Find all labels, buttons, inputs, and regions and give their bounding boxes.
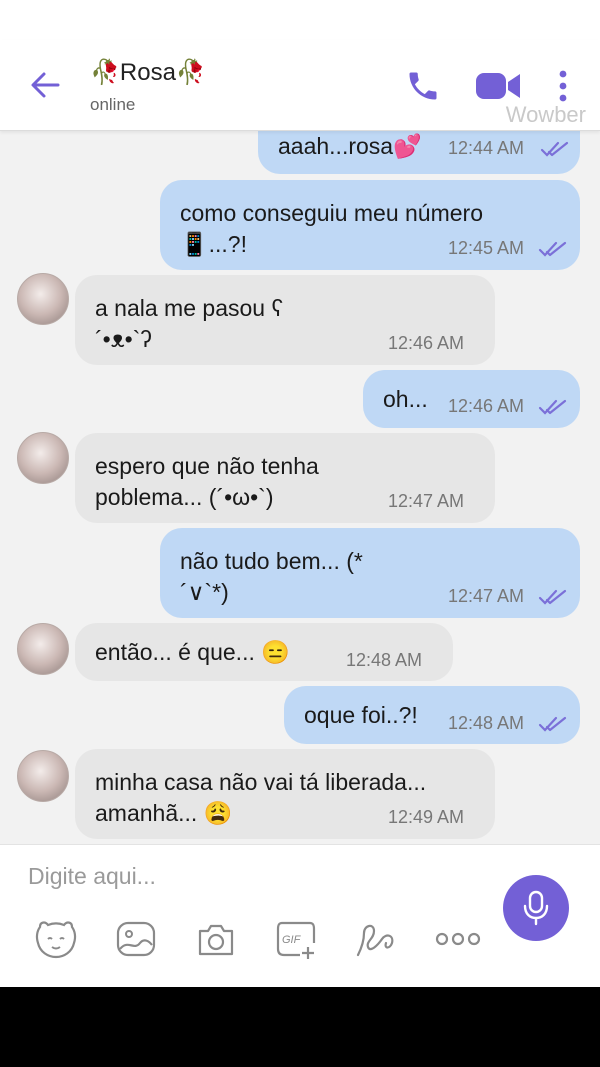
chat-header: 🥀Rosa🥀 online Wowber bbox=[0, 40, 600, 131]
phone-icon[interactable] bbox=[405, 68, 441, 104]
message-time: 12:44 AM bbox=[448, 138, 525, 158]
message-time: 12:47 AM bbox=[448, 586, 525, 606]
message-bubble-incoming[interactable]: então... é que... 😑 12:48 AM bbox=[75, 623, 453, 681]
message-bubble-outgoing[interactable]: como conseguiu meu número 📱...?! 12:45 A… bbox=[160, 180, 580, 270]
sticker-icon[interactable] bbox=[34, 917, 78, 961]
doodle-icon[interactable] bbox=[354, 917, 398, 961]
composer-bar: Digite aqui... GIF bbox=[0, 844, 600, 987]
message-input[interactable]: Digite aqui... bbox=[28, 863, 468, 899]
message-time: 12:47 AM bbox=[388, 491, 465, 511]
message-time: 12:49 AM bbox=[388, 807, 465, 827]
read-ticks-icon bbox=[538, 716, 567, 732]
contact-status: online bbox=[90, 95, 136, 114]
message-bubble-incoming[interactable]: minha casa não vai tá liberada... amanhã… bbox=[75, 749, 495, 839]
contact-avatar[interactable] bbox=[17, 432, 69, 484]
message-time: 12:46 AM bbox=[448, 396, 525, 416]
camera-icon[interactable] bbox=[194, 917, 238, 961]
svg-text:GIF: GIF bbox=[282, 934, 302, 946]
contact-name[interactable]: 🥀Rosa🥀 bbox=[90, 58, 206, 87]
message-text: espero que não tenha poblema... (´•ω•`) bbox=[95, 453, 319, 510]
status-bar bbox=[0, 0, 600, 40]
watermark: Wowber bbox=[505, 102, 586, 127]
message-bubble-outgoing[interactable]: aaah...rosa💕 12:44 AM bbox=[258, 130, 580, 174]
more-options-icon[interactable] bbox=[434, 917, 482, 961]
message-text: aaah...rosa💕 bbox=[278, 133, 422, 159]
message-time: 12:45 AM bbox=[448, 238, 525, 258]
message-text: não tudo bem... (* ´∨`*) bbox=[180, 548, 363, 605]
message-text: como conseguiu meu número 📱...?! bbox=[180, 200, 483, 257]
back-arrow-icon[interactable] bbox=[28, 68, 62, 102]
message-bubble-incoming[interactable]: espero que não tenha poblema... (´•ω•`) … bbox=[75, 433, 495, 523]
mic-icon bbox=[523, 890, 549, 926]
gallery-icon[interactable] bbox=[114, 917, 158, 961]
message-time: 12:46 AM bbox=[388, 333, 465, 353]
mic-button[interactable] bbox=[503, 875, 569, 941]
gif-icon[interactable]: GIF bbox=[274, 917, 318, 961]
contact-avatar[interactable] bbox=[17, 750, 69, 802]
read-ticks-icon bbox=[540, 141, 569, 157]
read-ticks-icon bbox=[538, 399, 567, 415]
message-text: oh... bbox=[383, 386, 428, 412]
message-bubble-outgoing[interactable]: oh... 12:46 AM bbox=[363, 370, 580, 428]
system-nav-bar bbox=[0, 987, 600, 1067]
message-text: minha casa não vai tá liberada... amanhã… bbox=[95, 769, 427, 826]
message-bubble-outgoing[interactable]: não tudo bem... (* ´∨`*) 12:47 AM bbox=[160, 528, 580, 618]
read-ticks-icon bbox=[538, 589, 567, 605]
message-bubble-outgoing[interactable]: oque foi..?! 12:48 AM bbox=[284, 686, 580, 744]
contact-avatar[interactable] bbox=[17, 273, 69, 325]
message-time: 12:48 AM bbox=[448, 713, 525, 733]
message-text: então... é que... 😑 bbox=[95, 639, 290, 665]
message-list: aaah...rosa💕 12:44 AM como conseguiu meu… bbox=[0, 130, 600, 844]
message-text: a nala me pasou ʕ ´•ᴥ•`ʔ bbox=[95, 295, 283, 352]
read-ticks-icon bbox=[538, 241, 567, 257]
message-time: 12:48 AM bbox=[346, 650, 423, 670]
video-icon[interactable] bbox=[474, 70, 522, 102]
chat-screen: 🥀Rosa🥀 online Wowber aaah...rosa💕 12:44 … bbox=[0, 0, 600, 987]
more-icon[interactable] bbox=[553, 68, 573, 104]
message-bubble-incoming[interactable]: a nala me pasou ʕ ´•ᴥ•`ʔ 12:46 AM bbox=[75, 275, 495, 365]
message-text: oque foi..?! bbox=[304, 702, 418, 728]
contact-avatar[interactable] bbox=[17, 623, 69, 675]
